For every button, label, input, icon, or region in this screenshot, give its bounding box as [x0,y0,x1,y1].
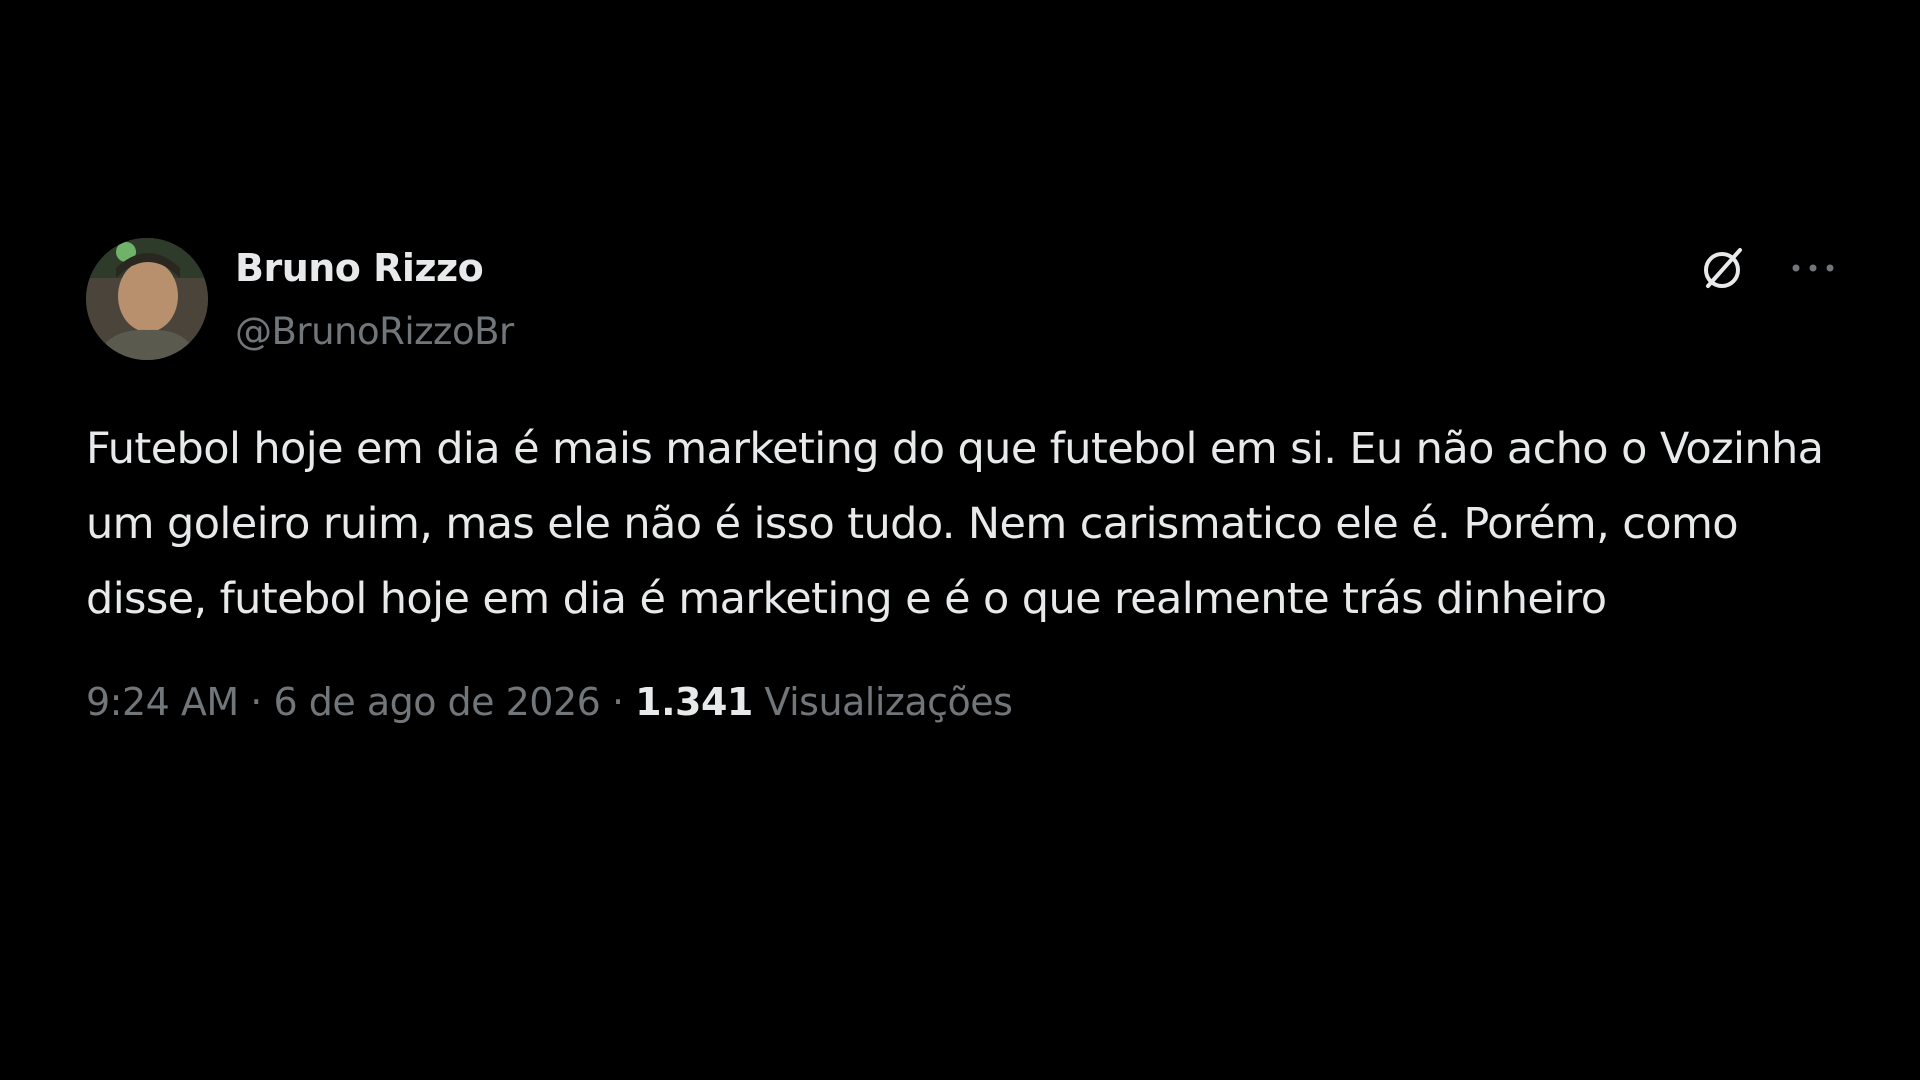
views-count: 1.341 [635,680,753,724]
tweet-metadata: 9:24 AM · 6 de ago de 2026 · 1.341 Visua… [86,677,1836,727]
tweet-text: Futebol hoje em dia é mais marketing do … [86,424,1824,624]
grok-slash-circle-icon [1704,248,1742,288]
meta-separator: · [611,680,624,724]
tweet-header: Bruno Rizzo @BrunoRizzoBr [86,238,1836,368]
views-label: Visualizações [764,680,1013,724]
tweet-date[interactable]: 6 de ago de 2026 [273,680,600,724]
avatar-photo-icon [86,238,208,360]
header-actions [1696,238,1836,298]
meta-separator: · [250,680,262,724]
tweet-time[interactable]: 9:24 AM [86,680,239,724]
user-handle[interactable]: @BrunoRizzoBr [235,308,514,356]
grok-button[interactable] [1696,242,1748,294]
display-name[interactable]: Bruno Rizzo [235,244,514,292]
more-options-button[interactable] [1790,258,1836,278]
author-names: Bruno Rizzo @BrunoRizzoBr [235,244,514,356]
more-dots-icon [1792,264,1834,272]
avatar[interactable] [86,238,208,360]
tweet-card: Bruno Rizzo @BrunoRizzoBr Futebol hoje e… [86,238,1836,727]
